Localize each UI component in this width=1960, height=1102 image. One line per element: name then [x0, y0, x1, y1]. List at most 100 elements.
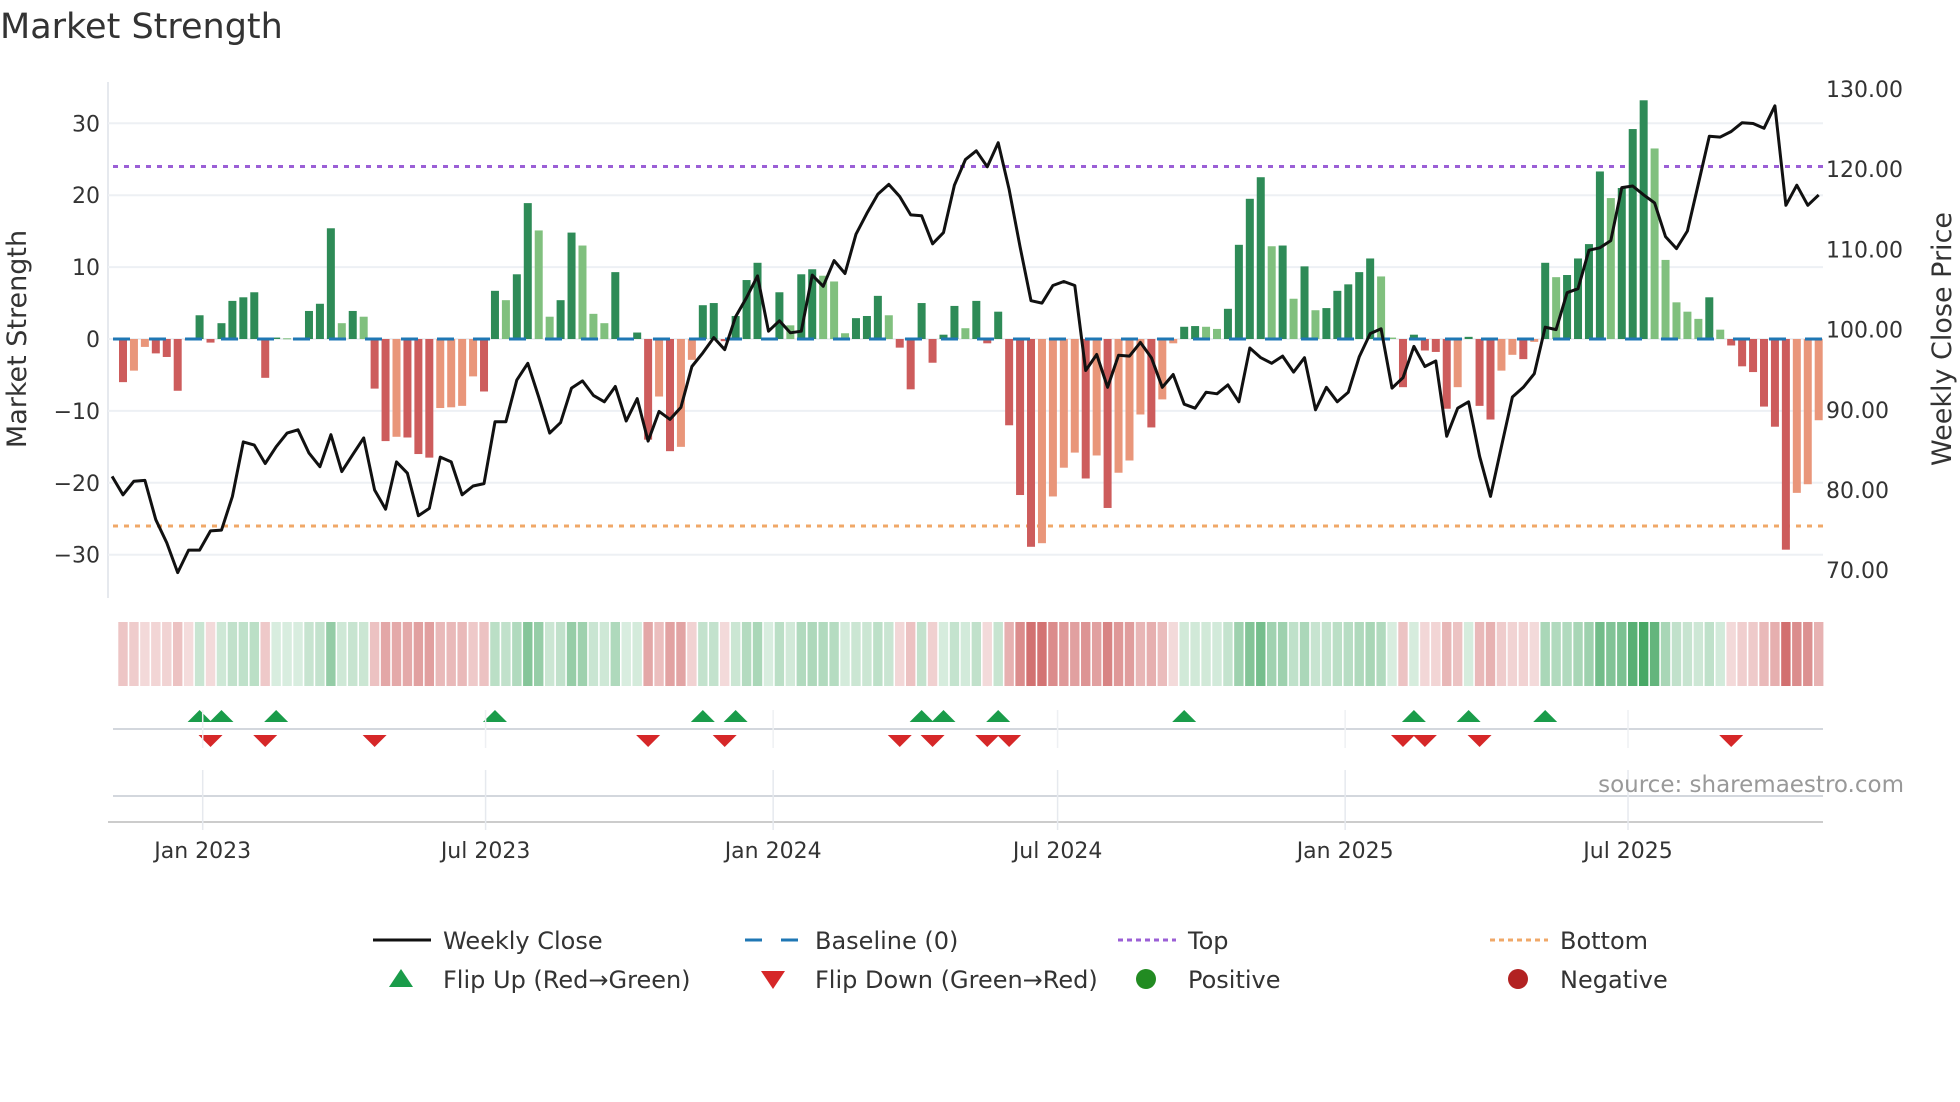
- flip-up-marker: [690, 710, 715, 722]
- heatmap-cell: [1573, 622, 1583, 686]
- heatmap-cell: [479, 622, 489, 686]
- positive-bar: [326, 228, 335, 339]
- chart-title: Market Strength: [0, 7, 283, 47]
- positive-bar: [1716, 329, 1725, 339]
- heatmap-cell: [1015, 622, 1025, 686]
- heatmap-cell: [358, 622, 369, 686]
- positive-bar: [972, 300, 981, 339]
- positive-bar: [1256, 177, 1265, 339]
- negative-bar: [1749, 339, 1758, 373]
- legend-item-positive: Positive: [1136, 966, 1281, 994]
- flip-down-marker: [253, 735, 278, 747]
- y2-tick-label: 130.00: [1826, 78, 1903, 103]
- heatmap-cell: [326, 622, 336, 686]
- heatmap-cell: [1124, 622, 1135, 686]
- negative-bar: [1519, 339, 1528, 360]
- heatmap-cell: [402, 622, 413, 686]
- heatmap-cell: [1354, 622, 1364, 686]
- heatmap-cell: [895, 622, 905, 686]
- source-note: source: sharemaestro.com: [1598, 772, 1904, 798]
- negative-bar: [1814, 339, 1823, 421]
- flip-up-marker: [1533, 710, 1558, 722]
- negative-bar: [1497, 339, 1506, 371]
- circle-icon: [1136, 969, 1156, 989]
- heatmap-cell: [1726, 622, 1736, 686]
- negative-bar: [1792, 339, 1801, 493]
- positive-bar: [1595, 171, 1604, 339]
- heatmap-cell: [1759, 622, 1769, 686]
- positive-bar: [228, 300, 237, 339]
- negative-bar: [1431, 339, 1440, 352]
- heatmap-cell: [1814, 622, 1824, 686]
- heatmap-cell: [1693, 622, 1704, 686]
- heatmap-cell: [687, 622, 697, 686]
- positive-bar: [1202, 326, 1211, 339]
- legend-label: Weekly Close: [443, 927, 603, 955]
- legend-item-bottom: Bottom: [1490, 927, 1648, 955]
- negative-bar: [1486, 339, 1495, 420]
- heatmap-cell: [435, 622, 445, 686]
- heatmap-cell: [1682, 622, 1693, 686]
- heatmap-cell: [730, 622, 741, 686]
- heatmap-cell: [512, 622, 522, 686]
- y2-tick-label: 100.00: [1826, 319, 1903, 344]
- y2-tick-label: 90.00: [1826, 399, 1889, 424]
- heatmap-cell: [654, 622, 664, 686]
- flip-up-marker: [931, 710, 956, 722]
- positive-bar: [490, 290, 499, 339]
- legend-item-flip-up: Flip Up (Red→Green): [389, 966, 691, 994]
- heatmap-cell: [1091, 622, 1102, 686]
- negative-bar: [119, 339, 127, 383]
- negative-bar: [392, 339, 401, 437]
- flip-up-marker: [482, 710, 507, 722]
- legend-item-weekly-close: Weekly Close: [373, 927, 603, 955]
- flip-up-marker: [187, 710, 212, 722]
- positive-bar: [1672, 302, 1681, 339]
- heatmap-cell: [1737, 622, 1747, 686]
- triangle-down-icon: [761, 971, 785, 989]
- heatmap-cell: [293, 622, 303, 686]
- heatmap-cell: [1135, 622, 1146, 686]
- negative-bar: [1508, 339, 1517, 355]
- heatmap-cell: [1146, 622, 1157, 686]
- heatmap-cell: [1660, 622, 1671, 686]
- heatmap-cell: [348, 622, 358, 686]
- y2-tick-label: 80.00: [1826, 479, 1889, 504]
- negative-bar: [1760, 339, 1768, 407]
- heatmap-cell: [173, 622, 183, 686]
- heatmap-cell: [380, 622, 391, 686]
- heatmap-cell: [949, 622, 960, 686]
- heatmap-cell: [643, 622, 653, 686]
- heatmap-cell: [993, 622, 1003, 686]
- positive-bar: [994, 311, 1003, 339]
- positive-bar: [337, 323, 346, 339]
- y-axis-label: Market Strength: [2, 230, 33, 448]
- positive-bar: [1311, 310, 1320, 339]
- negative-bar: [1005, 339, 1014, 426]
- heatmap-cell: [216, 622, 227, 686]
- negative-bar: [370, 339, 379, 389]
- heatmap-cell: [544, 622, 555, 686]
- heatmap-cell: [1256, 622, 1266, 686]
- negative-bar: [1781, 339, 1790, 550]
- positive-bar: [862, 315, 871, 339]
- heatmap-cell: [1584, 622, 1594, 686]
- heatmap-cell: [840, 622, 850, 686]
- heatmap-cell: [1245, 622, 1255, 686]
- heatmap-cell: [916, 622, 927, 686]
- positive-bar: [304, 310, 313, 339]
- heatmap-cell: [129, 622, 139, 686]
- positive-bar: [1344, 284, 1353, 339]
- heatmap-cell: [457, 622, 467, 686]
- heatmap-cell: [1595, 622, 1605, 686]
- negative-bar: [381, 339, 390, 442]
- heatmap-cell: [665, 622, 675, 686]
- heatmap-cell: [424, 622, 435, 686]
- flip-up-marker: [264, 710, 289, 722]
- heatmap-cell: [1277, 622, 1288, 686]
- heatmap-cell: [621, 622, 631, 686]
- flip-down-marker: [712, 735, 737, 747]
- negative-bar: [655, 339, 664, 397]
- negative-bar: [666, 339, 674, 452]
- y-tick-label: 30: [72, 112, 100, 137]
